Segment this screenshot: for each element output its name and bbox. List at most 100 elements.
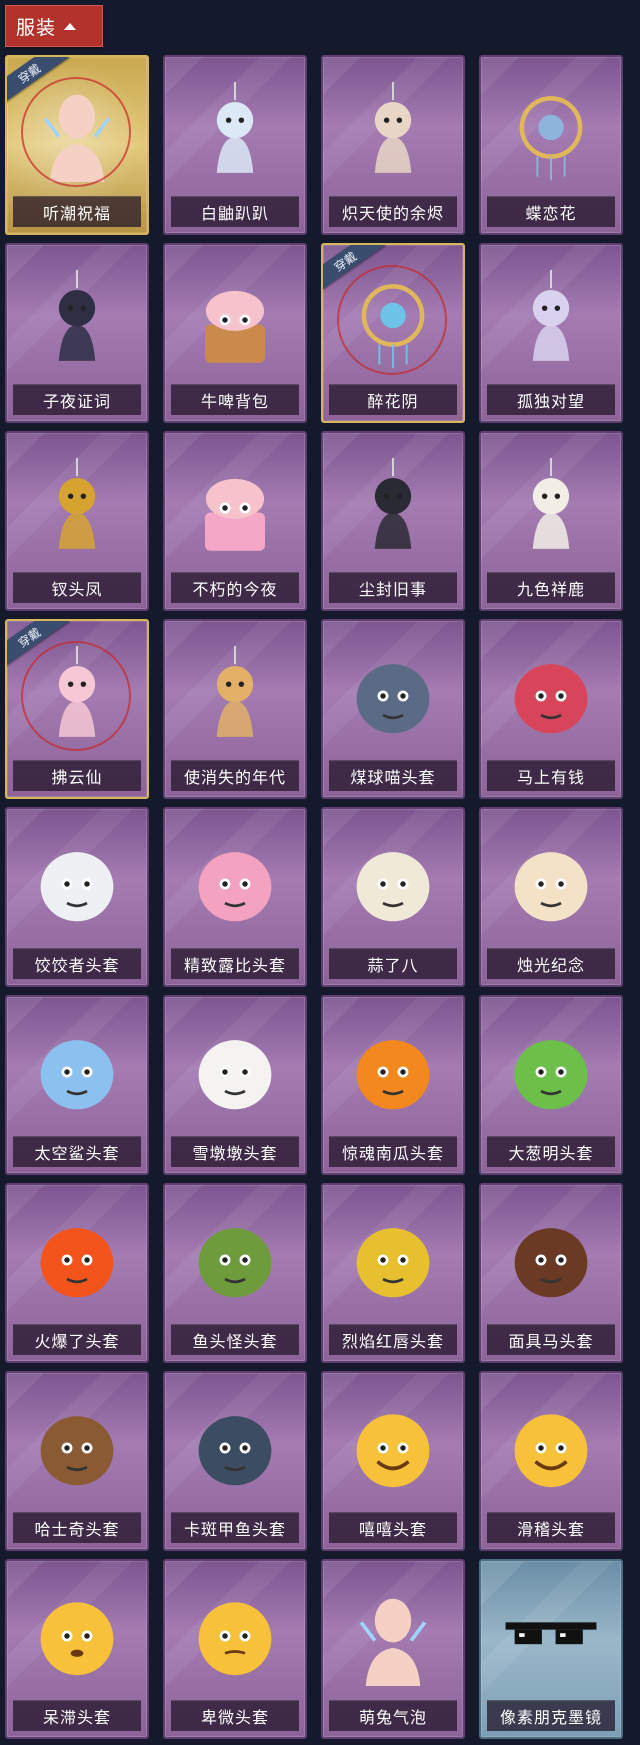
costume-card[interactable]: 牛啤背包: [163, 243, 307, 423]
whale-head-icon: [180, 1393, 290, 1503]
costume-name: 煤球喵头套: [329, 760, 457, 791]
costume-card[interactable]: 孤独对望: [479, 243, 623, 423]
costume-card[interactable]: 嘻嘻头套: [321, 1371, 465, 1551]
yellow-mouse-head-icon: [338, 1205, 448, 1315]
costume-name: 烈焰红唇头套: [329, 1324, 457, 1355]
fire-head-icon: [22, 1205, 132, 1315]
crow-doll-icon: [22, 265, 132, 375]
costume-card[interactable]: 火爆了头套: [5, 1183, 149, 1363]
costume-card[interactable]: 穿戴 拂云仙: [5, 619, 149, 799]
costume-name: 精致露比头套: [171, 948, 299, 979]
costume-card[interactable]: 呆滞头套: [5, 1559, 149, 1739]
costume-card[interactable]: 子夜证词: [5, 243, 149, 423]
costume-card[interactable]: 太空鲨头套: [5, 995, 149, 1175]
candle-head-icon: [496, 829, 606, 939]
costume-name: 听潮祝福: [13, 196, 141, 227]
costume-card[interactable]: 大葱明头套: [479, 995, 623, 1175]
horse-mask-icon: [496, 1205, 606, 1315]
red-horse-head-icon: [496, 641, 606, 751]
phoenix-crown-doll-icon: [22, 453, 132, 563]
costume-card[interactable]: 穿戴 听潮祝福: [5, 55, 149, 235]
costume-name: 太空鲨头套: [13, 1136, 141, 1167]
pink-beaver-head-icon: [180, 829, 290, 939]
garlic-head-icon: [338, 829, 448, 939]
shy-emoji-head-icon: [180, 1581, 290, 1691]
costume-card[interactable]: 面具马头套: [479, 1183, 623, 1363]
costume-card[interactable]: 哈士奇头套: [5, 1371, 149, 1551]
costume-category-toggle[interactable]: 服装: [5, 5, 103, 47]
costume-card[interactable]: 蒜了八: [321, 807, 465, 987]
costume-card[interactable]: 使消失的年代: [163, 619, 307, 799]
fish-head-icon: [180, 1205, 290, 1315]
snowman-head-icon: [180, 1017, 290, 1127]
cow-beer-mug-icon: [180, 265, 290, 375]
costume-card[interactable]: 卑微头套: [163, 1559, 307, 1739]
deer-charm-icon: [496, 453, 606, 563]
costume-name: 烛光纪念: [487, 948, 615, 979]
mannequin-bubble-icon: [338, 1581, 448, 1691]
costume-name: 炽天使的余烬: [329, 196, 457, 227]
white-weasel-pendant-icon: [180, 77, 290, 187]
costume-name: 马上有钱: [487, 760, 615, 791]
costume-name: 牛啤背包: [171, 384, 299, 415]
equipped-ring-icon: [21, 77, 131, 187]
costume-card[interactable]: 萌兔气泡: [321, 1559, 465, 1739]
chevron-up-icon: [64, 22, 77, 30]
costume-card[interactable]: 精致露比头套: [163, 807, 307, 987]
costume-name: 使消失的年代: [171, 760, 299, 791]
smirk-emoji-head-icon: [496, 1393, 606, 1503]
costume-card[interactable]: 像素朋克墨镜: [479, 1559, 623, 1739]
costume-card[interactable]: 蝶恋花: [479, 55, 623, 235]
costume-card[interactable]: 鱼头怪头套: [163, 1183, 307, 1363]
pumpkin-head-icon: [338, 1017, 448, 1127]
angel-doll-icon: [338, 77, 448, 187]
costume-name: 饺饺者头套: [13, 948, 141, 979]
costume-name: 孤独对望: [487, 384, 615, 415]
shark-head-icon: [22, 1017, 132, 1127]
gentleman-doll-icon: [338, 453, 448, 563]
costume-card[interactable]: 九色祥鹿: [479, 431, 623, 611]
costume-name: 子夜证词: [13, 384, 141, 415]
husky-head-icon: [22, 1393, 132, 1503]
butterfly-wreath-icon: [496, 77, 606, 187]
costume-card[interactable]: 滑稽头套: [479, 1371, 623, 1551]
costume-card[interactable]: 卡斑甲鱼头套: [163, 1371, 307, 1551]
costume-name: 白鼬趴趴: [171, 196, 299, 227]
costume-name: 卡斑甲鱼头套: [171, 1512, 299, 1543]
moon-doll-icon: [496, 265, 606, 375]
dazed-emoji-head-icon: [22, 1581, 132, 1691]
costume-card[interactable]: 饺饺者头套: [5, 807, 149, 987]
costume-name: 呆滞头套: [13, 1700, 141, 1731]
grin-emoji-head-icon: [338, 1393, 448, 1503]
costume-card[interactable]: 雪墩墩头套: [163, 995, 307, 1175]
costume-card[interactable]: 钗头凤: [5, 431, 149, 611]
costume-name: 醉花阴: [329, 384, 457, 415]
costume-name: 滑稽头套: [487, 1512, 615, 1543]
scallion-head-icon: [496, 1017, 606, 1127]
costume-card[interactable]: 惊魂南瓜头套: [321, 995, 465, 1175]
costume-card[interactable]: 马上有钱: [479, 619, 623, 799]
equipped-ring-icon: [337, 265, 447, 375]
sun-girl-doll-icon: [180, 641, 290, 751]
costume-name: 钗头凤: [13, 572, 141, 603]
costume-card[interactable]: 烈焰红唇头套: [321, 1183, 465, 1363]
costume-card[interactable]: 尘封旧事: [321, 431, 465, 611]
pink-fox-sundae-icon: [180, 453, 290, 563]
costume-name: 萌兔气泡: [329, 1700, 457, 1731]
costume-category-label: 服装: [16, 16, 57, 39]
costume-name: 卑微头套: [171, 1700, 299, 1731]
costume-card[interactable]: 穿戴 醉花阴: [321, 243, 465, 423]
costume-grid: 穿戴 听潮祝福 白鼬趴趴 炽天使的余烬 蝶恋花子夜证词 牛啤背包 穿戴 醉花阴 孤独对望钗头凤不…: [0, 55, 640, 1743]
costume-name: 不朽的今夜: [171, 572, 299, 603]
costume-card[interactable]: 炽天使的余烬: [321, 55, 465, 235]
pixel-sunglasses-icon: [496, 1581, 606, 1691]
costume-card[interactable]: 白鼬趴趴: [163, 55, 307, 235]
costume-card[interactable]: 不朽的今夜: [163, 431, 307, 611]
dumpling-head-icon: [22, 829, 132, 939]
costume-card[interactable]: 煤球喵头套: [321, 619, 465, 799]
costume-name: 蝶恋花: [487, 196, 615, 227]
costume-card[interactable]: 烛光纪念: [479, 807, 623, 987]
costume-name: 尘封旧事: [329, 572, 457, 603]
equipped-ring-icon: [21, 641, 131, 751]
costume-name: 嘻嘻头套: [329, 1512, 457, 1543]
